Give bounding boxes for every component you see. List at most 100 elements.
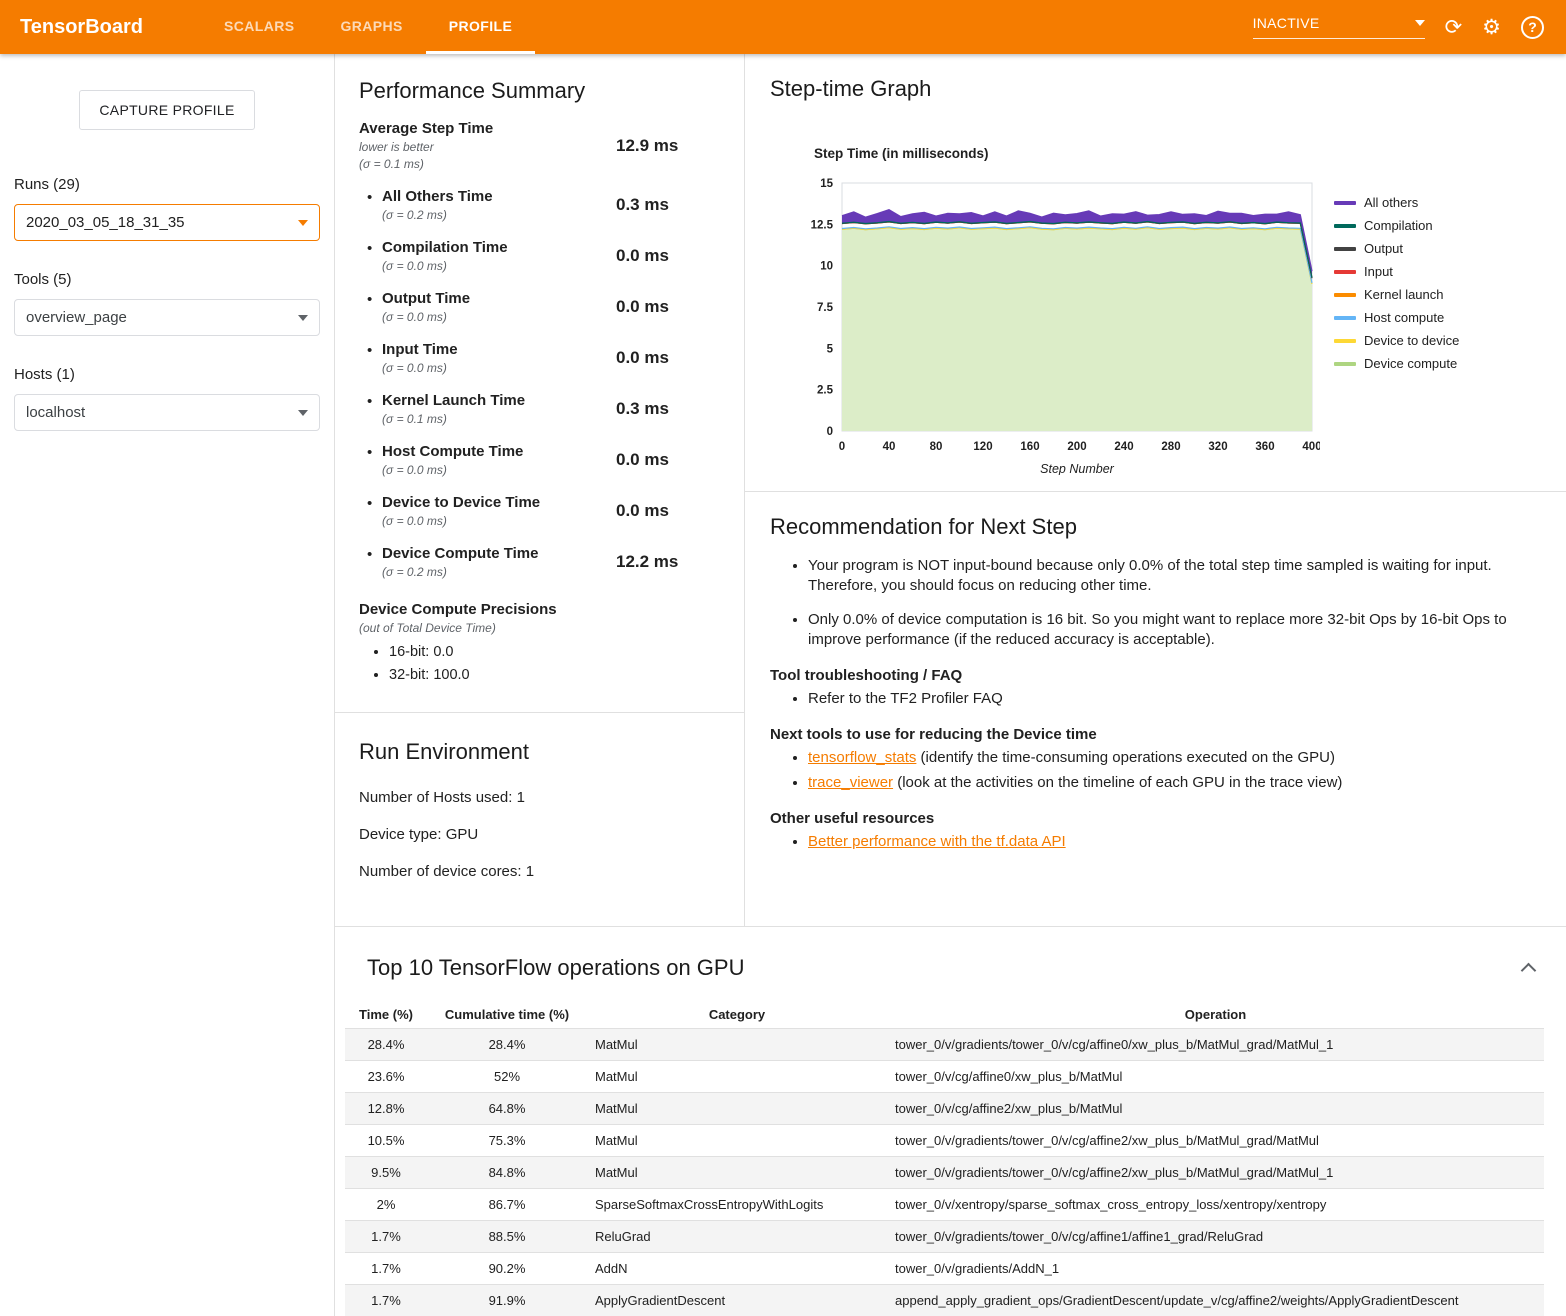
legend-item: Output xyxy=(1334,241,1459,256)
metric-value: 0.0 ms xyxy=(616,297,722,317)
tab-profile[interactable]: PROFILE xyxy=(426,0,535,54)
runs-dropdown[interactable]: 2020_03_05_18_31_35 xyxy=(14,204,320,241)
table-cell: append_apply_gradient_ops/GradientDescen… xyxy=(887,1285,1544,1316)
table-cell: MatMul xyxy=(587,1029,887,1061)
main-content: Performance Summary Average Step Time lo… xyxy=(334,54,1566,1316)
help-icon[interactable]: ? xyxy=(1521,16,1544,39)
table-row: 23.6%52%MatMultower_0/v/cg/affine0/xw_pl… xyxy=(345,1061,1544,1093)
metric-value: 0.0 ms xyxy=(616,450,722,470)
chevron-down-icon xyxy=(298,315,308,321)
average-step-time-row: Average Step Time lower is better (σ = 0… xyxy=(359,120,722,171)
precision-item: 32-bit: 100.0 xyxy=(389,667,722,683)
refresh-icon[interactable]: ⟳ xyxy=(1445,17,1463,38)
recommendation-list: Refer to the TF2 Profiler FAQ xyxy=(770,689,1532,709)
table-row: 1.7%88.5%ReluGradtower_0/v/gradients/tow… xyxy=(345,1221,1544,1253)
recommendation-card: Recommendation for Next Step Your progra… xyxy=(745,492,1566,891)
recommendation-item: Refer to the TF2 Profiler FAQ xyxy=(808,689,1532,709)
metric-label: Kernel Launch Time xyxy=(382,392,616,409)
overview-grid: Performance Summary Average Step Time lo… xyxy=(335,54,1566,926)
table-body: 28.4%28.4%MatMultower_0/v/gradients/towe… xyxy=(345,1029,1544,1316)
runs-dropdown-value: 2020_03_05_18_31_35 xyxy=(26,214,185,231)
metric-row: •Device Compute Time(σ = 0.2 ms)12.2 ms xyxy=(359,545,722,579)
svg-text:12.5: 12.5 xyxy=(811,219,834,231)
legend-label: Input xyxy=(1364,264,1393,279)
run-env-line: Number of device cores: 1 xyxy=(359,863,720,880)
svg-text:Step Number: Step Number xyxy=(1040,462,1114,475)
recommendation-text: Refer to the TF2 Profiler FAQ xyxy=(808,690,1003,707)
chevron-down-icon xyxy=(298,410,308,416)
table-cell: ApplyGradientDescent xyxy=(587,1285,887,1316)
legend-item: Input xyxy=(1334,264,1459,279)
table-row: 9.5%84.8%MatMultower_0/v/gradients/tower… xyxy=(345,1157,1544,1189)
metric-labels: Host Compute Time(σ = 0.0 ms) xyxy=(382,443,616,477)
column-header: Category xyxy=(587,1001,887,1029)
app-title: TensorBoard xyxy=(20,16,143,39)
recommendation-title: Recommendation for Next Step xyxy=(770,514,1532,540)
metric-label: Compilation Time xyxy=(382,239,616,256)
bullet-icon: • xyxy=(367,393,382,410)
link[interactable]: tensorflow_stats xyxy=(808,749,916,766)
nav-tabs: SCALARSGRAPHSPROFILE xyxy=(201,0,535,54)
hosts-dropdown-value: localhost xyxy=(26,404,85,421)
table-cell: tower_0/v/gradients/tower_0/v/cg/affine0… xyxy=(887,1029,1544,1061)
tools-dropdown-value: overview_page xyxy=(26,309,127,326)
status-dropdown[interactable]: INACTIVE xyxy=(1253,15,1425,39)
metric-row: •All Others Time(σ = 0.2 ms)0.3 ms xyxy=(359,188,722,222)
bullet-icon: • xyxy=(367,291,382,308)
step-time-chart: 02.557.51012.515040801201602002402803203… xyxy=(798,169,1320,475)
hosts-dropdown[interactable]: localhost xyxy=(14,394,320,431)
table-cell: 84.8% xyxy=(427,1157,587,1189)
capture-profile-button[interactable]: CAPTURE PROFILE xyxy=(79,90,254,130)
table-row: 10.5%75.3%MatMultower_0/v/gradients/towe… xyxy=(345,1125,1544,1157)
average-step-time-labels: Average Step Time lower is better (σ = 0… xyxy=(359,120,616,171)
metric-label: Host Compute Time xyxy=(382,443,616,460)
tools-dropdown[interactable]: overview_page xyxy=(14,299,320,336)
top-ops-table: Time (%)Cumulative time (%)CategoryOpera… xyxy=(345,1001,1544,1316)
table-cell: AddN xyxy=(587,1253,887,1285)
runs-label: Runs (29) xyxy=(14,176,320,193)
table-cell: 88.5% xyxy=(427,1221,587,1253)
recommendation-text: (identify the time-consuming operations … xyxy=(916,749,1335,766)
legend-swatch xyxy=(1334,224,1356,228)
chevron-down-icon xyxy=(298,220,308,226)
svg-text:0: 0 xyxy=(839,441,845,453)
right-column: Step-time Graph Step Time (in millisecon… xyxy=(745,54,1566,926)
tab-scalars[interactable]: SCALARS xyxy=(201,0,317,54)
link[interactable]: trace_viewer xyxy=(808,774,893,791)
legend-label: Device to device xyxy=(1364,333,1459,348)
table-cell: 10.5% xyxy=(345,1125,427,1157)
metrics-list: •All Others Time(σ = 0.2 ms)0.3 ms•Compi… xyxy=(359,188,722,579)
recommendation-item: tensorflow_stats (identify the time-cons… xyxy=(808,748,1532,768)
top-ops-header: Top 10 TensorFlow operations on GPU xyxy=(335,927,1566,1001)
table-cell: 75.3% xyxy=(427,1125,587,1157)
legend-label: Device compute xyxy=(1364,356,1457,371)
run-environment-title: Run Environment xyxy=(359,739,720,765)
table-cell: ReluGrad xyxy=(587,1221,887,1253)
metric-labels: Compilation Time(σ = 0.0 ms) xyxy=(382,239,616,273)
table-row: 2%86.7%SparseSoftmaxCrossEntropyWithLogi… xyxy=(345,1189,1544,1221)
table-cell: tower_0/v/gradients/tower_0/v/cg/affine2… xyxy=(887,1157,1544,1189)
metric-sigma: (σ = 0.0 ms) xyxy=(382,514,616,528)
legend-swatch xyxy=(1334,293,1356,297)
metric-label: All Others Time xyxy=(382,188,616,205)
metric-row: •Compilation Time(σ = 0.0 ms)0.0 ms xyxy=(359,239,722,273)
collapse-chevron-icon[interactable] xyxy=(1521,962,1537,978)
table-cell: 28.4% xyxy=(345,1029,427,1061)
metric-note: lower is better xyxy=(359,140,616,154)
svg-text:160: 160 xyxy=(1020,441,1039,453)
svg-text:400: 400 xyxy=(1302,441,1320,453)
tab-graphs[interactable]: GRAPHS xyxy=(317,0,425,54)
svg-text:7.5: 7.5 xyxy=(817,302,834,314)
table-cell: 23.6% xyxy=(345,1061,427,1093)
legend-swatch xyxy=(1334,362,1356,366)
recommendation-heading: Other useful resources xyxy=(770,810,1532,827)
svg-text:0: 0 xyxy=(827,426,833,438)
table-cell: tower_0/v/gradients/AddN_1 xyxy=(887,1253,1544,1285)
page-body: CAPTURE PROFILE Runs (29) 2020_03_05_18_… xyxy=(0,54,1566,1316)
chart-legend: All othersCompilationOutputInputKernel l… xyxy=(1334,195,1459,475)
chart-title: Step Time (in milliseconds) xyxy=(814,146,1536,161)
settings-gear-icon[interactable]: ⚙ xyxy=(1482,17,1501,38)
link[interactable]: Better performance with the tf.data API xyxy=(808,833,1066,850)
recommendation-item: Better performance with the tf.data API xyxy=(808,832,1532,852)
svg-text:280: 280 xyxy=(1161,441,1180,453)
